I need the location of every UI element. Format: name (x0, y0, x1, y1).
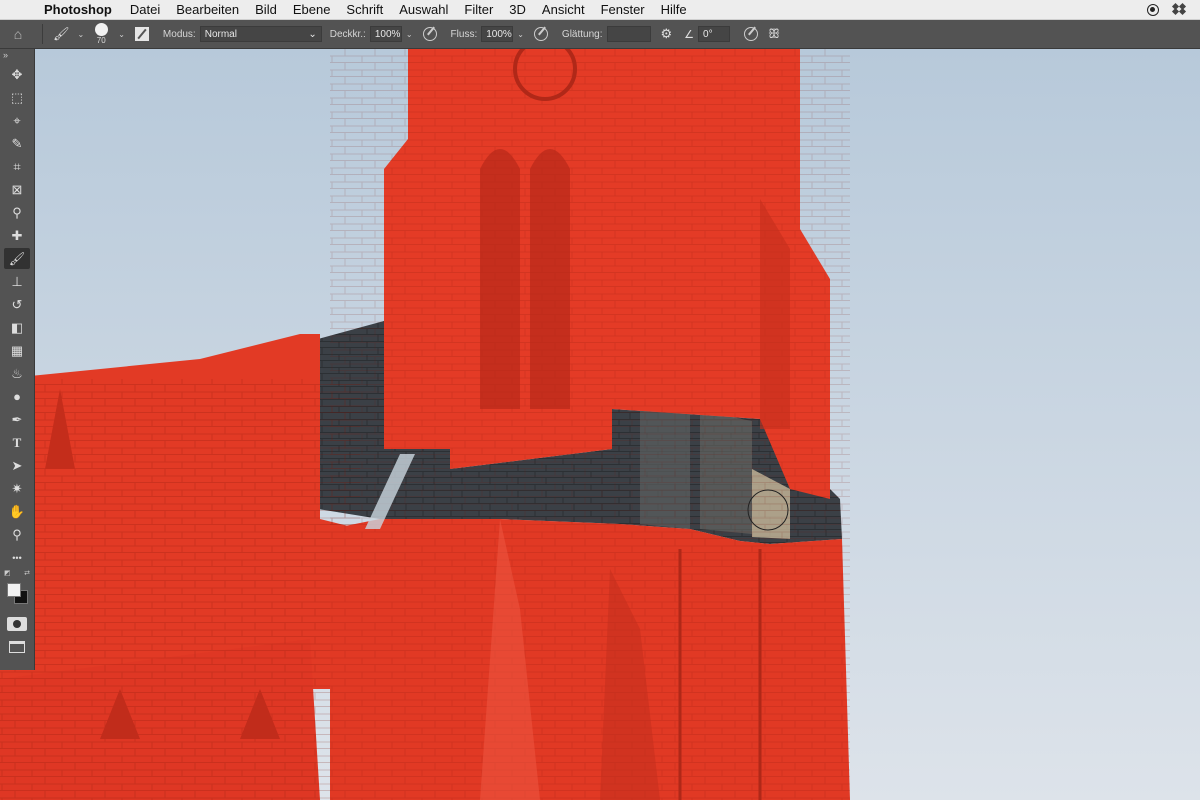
quick-mask-icon[interactable] (7, 617, 27, 631)
menu-datei[interactable]: Datei (122, 2, 168, 17)
color-swatches (4, 579, 30, 609)
lasso-tool-icon[interactable]: ⌖ (4, 110, 30, 131)
modus-label: Modus: (162, 28, 196, 40)
dodge-tool-icon[interactable]: ● (4, 386, 30, 407)
menu-hilfe[interactable]: Hilfe (653, 2, 695, 17)
menu-bearbeiten[interactable]: Bearbeiten (168, 2, 247, 17)
deckkraft-label: Deckkr.: (329, 28, 366, 40)
brush-tool-preset-icon[interactable]: 🖌 (49, 26, 74, 42)
menu-schrift[interactable]: Schrift (338, 2, 391, 17)
menu-fenster[interactable]: Fenster (593, 2, 653, 17)
chevron-down-icon[interactable]: ⌄ (513, 30, 528, 39)
fluss-value: 100% (486, 28, 512, 40)
brush-preset-picker[interactable]: 70 (88, 23, 114, 45)
chevron-down-icon[interactable]: ⌄ (74, 30, 89, 39)
more-tools-icon[interactable]: ••• (4, 547, 30, 568)
foreground-color-swatch[interactable] (7, 583, 21, 597)
brush-settings-icon[interactable] (134, 27, 149, 41)
modus-value: Normal (204, 28, 237, 40)
options-bar: ⌂ 🖌 ⌄ 70 ⌄ Modus: Normal ⌄ Deckkr.: 100%… (0, 20, 1200, 49)
deckkraft-input[interactable]: 100% (369, 26, 402, 42)
path-selection-tool-icon[interactable]: ➤ (4, 455, 30, 476)
menu-3d[interactable]: 3D (501, 2, 534, 17)
brush-size-value: 70 (96, 36, 106, 45)
screen-mode-icon[interactable] (9, 641, 25, 653)
menu-auswahl[interactable]: Auswahl (391, 2, 456, 17)
tools-panel: » ✥ ⬚ ⌖ ✎ ⌗ ⊠ ⚲ ✚ 🖌 ⊥ ↺ ◧ ▦ ♨ ● ✒ T ➤ ✷ … (0, 49, 35, 670)
menu-ebene[interactable]: Ebene (285, 2, 339, 17)
color-reset-controls: ◩ ⇄ (4, 569, 30, 577)
crop-tool-icon[interactable]: ⌗ (4, 156, 30, 177)
menu-ansicht[interactable]: Ansicht (534, 2, 593, 17)
swap-colors-icon[interactable]: ⇄ (24, 569, 30, 577)
move-tool-icon[interactable]: ✥ (4, 64, 30, 85)
healing-brush-tool-icon[interactable]: ✚ (4, 225, 30, 246)
deckkraft-value: 100% (374, 28, 401, 40)
document-canvas[interactable] (0, 49, 1200, 800)
menu-filter[interactable]: Filter (456, 2, 501, 17)
eyedropper-tool-icon[interactable]: ⚲ (4, 202, 30, 223)
pressure-size-icon[interactable] (744, 27, 759, 41)
chevron-down-icon[interactable]: ⌄ (114, 30, 129, 39)
gear-icon[interactable]: ⚙ (657, 26, 677, 42)
angle-input[interactable]: 0° (698, 26, 731, 42)
frame-tool-icon[interactable]: ⊠ (4, 179, 30, 200)
blur-tool-icon[interactable]: ♨ (4, 363, 30, 384)
menu-bild[interactable]: Bild (247, 2, 285, 17)
angle-icon: ∠ (684, 28, 695, 41)
clone-stamp-tool-icon[interactable]: ⊥ (4, 271, 30, 292)
angle-value: 0° (703, 28, 713, 40)
history-brush-tool-icon[interactable]: ↺ (4, 294, 30, 315)
menubar: Photoshop Datei Bearbeiten Bild Ebene Sc… (0, 0, 1200, 20)
hand-tool-icon[interactable]: ✋ (4, 501, 30, 522)
brush-tool-icon[interactable]: 🖌 (4, 248, 30, 269)
fluss-input[interactable]: 100% (481, 26, 514, 42)
fluss-label: Fluss: (450, 28, 478, 40)
church-photo-with-quickmask (0, 49, 1200, 800)
chevron-down-icon: ⌄ (308, 28, 317, 40)
zoom-tool-icon[interactable]: ⚲ (4, 524, 30, 545)
symmetry-butterfly-icon[interactable]: ꕥ (764, 26, 784, 42)
type-tool-icon[interactable]: T (4, 432, 30, 453)
airbrush-icon[interactable] (533, 27, 548, 41)
brush-tip-icon (94, 23, 108, 36)
screen-record-icon[interactable] (1147, 3, 1159, 16)
pressure-opacity-icon[interactable] (422, 27, 437, 41)
collapse-icon[interactable]: » (0, 49, 8, 63)
quick-selection-tool-icon[interactable]: ✎ (4, 133, 30, 154)
glaettung-label: Glättung: (561, 28, 603, 40)
marquee-tool-icon[interactable]: ⬚ (4, 87, 30, 108)
pen-tool-icon[interactable]: ✒ (4, 409, 30, 430)
custom-shape-tool-icon[interactable]: ✷ (4, 478, 30, 499)
divider (42, 24, 43, 44)
default-colors-icon[interactable]: ◩ (4, 569, 11, 577)
gradient-tool-icon[interactable]: ▦ (4, 340, 30, 361)
chevron-down-icon[interactable]: ⌄ (402, 30, 417, 39)
glaettung-input[interactable] (606, 26, 651, 42)
eraser-tool-icon[interactable]: ◧ (4, 317, 30, 338)
home-icon[interactable]: ⌂ (0, 26, 36, 42)
dropbox-icon[interactable] (1171, 2, 1187, 16)
modus-select[interactable]: Normal ⌄ (199, 26, 322, 42)
menu-app-photoshop[interactable]: Photoshop (40, 2, 122, 17)
